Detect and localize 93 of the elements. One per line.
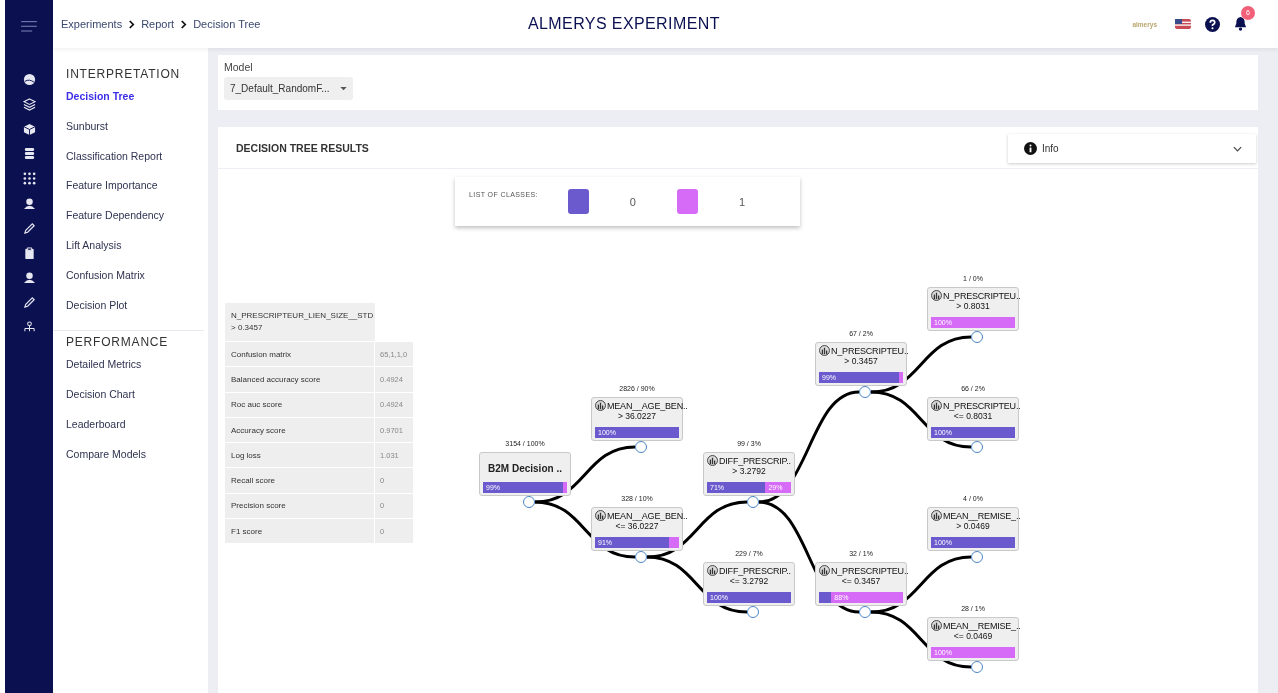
breadcrumb-link[interactable]: Experiments (61, 18, 123, 30)
node-title: N_PRESCRIPTEU.. (831, 345, 909, 356)
pencil-icon[interactable] (22, 296, 36, 310)
database-icon[interactable] (22, 147, 36, 161)
bar-chart-icon (707, 455, 718, 466)
flag-icon[interactable] (1175, 19, 1191, 29)
user-icon[interactable] (22, 271, 36, 285)
user-icon[interactable] (22, 197, 36, 210)
node-title: B2M Decision .. (487, 462, 563, 476)
bar-chart-icon (819, 565, 830, 576)
nav-item[interactable]: Classification Report (66, 145, 208, 176)
node-handle[interactable] (971, 661, 983, 673)
table-cell: Roc auc score (225, 392, 375, 417)
nav-item[interactable]: Leaderboard (66, 413, 204, 444)
node-condition: <= 36.0227 (614, 521, 660, 533)
section-title: INTERPRETATION (66, 67, 182, 81)
pencil-icon[interactable] (22, 221, 36, 235)
layers-icon[interactable] (22, 97, 36, 111)
bar-chart-icon (707, 565, 718, 576)
nav-item[interactable]: Decision Chart (66, 384, 204, 414)
bar-chart-icon (819, 345, 830, 356)
nav-item[interactable]: Compare Models (66, 443, 204, 474)
node-handle[interactable] (971, 331, 983, 343)
node-condition: <= 0.3457 (840, 576, 882, 588)
chevron-icon (128, 19, 136, 29)
nav-item[interactable]: Detailed Metrics (66, 354, 204, 385)
node-condition: > 0.3457 (843, 356, 879, 368)
node-condition: > 0.8031 (955, 301, 991, 313)
node-title: MEAN__REMISE_.. (943, 510, 1021, 521)
table-cell: Precision score (225, 493, 375, 519)
class-label: 0 (628, 195, 637, 208)
table-cell: Recall score (225, 468, 375, 493)
node-condition: <= 0.0469 (952, 631, 994, 643)
chevron-icon (1233, 145, 1242, 152)
bar-chart-icon (931, 290, 942, 301)
nav-item[interactable]: Lift Analysis (66, 235, 208, 265)
node-handle[interactable] (523, 496, 535, 508)
class-label: 1 (737, 195, 746, 208)
menu-icon[interactable] (21, 21, 37, 32)
clipboard-icon[interactable] (22, 246, 36, 260)
bar-chart-icon (931, 510, 942, 521)
info-icon (1024, 142, 1037, 155)
breadcrumb-link[interactable]: Decision Tree (193, 18, 261, 30)
node-title: MEAN__REMISE_.. (943, 620, 1021, 631)
help-icon[interactable] (1205, 16, 1220, 32)
bar-chart-icon (595, 510, 606, 521)
node-handle[interactable] (971, 551, 983, 563)
card-title: DECISION TREE RESULTS (236, 141, 369, 154)
bar-chart-icon (931, 400, 942, 411)
node-handle[interactable] (859, 386, 871, 398)
node-handle[interactable] (635, 551, 647, 563)
nav-item[interactable]: Confusion Matrix (66, 264, 208, 295)
table-cell: Balanced accuracy score (225, 367, 375, 392)
node-handle[interactable] (859, 606, 871, 618)
grid-icon[interactable] (22, 172, 36, 186)
node-condition: > 36.0227 (616, 411, 658, 423)
caret-icon (339, 86, 347, 91)
bar-chart-icon (595, 400, 606, 411)
breadcrumb-link[interactable]: Report (141, 18, 175, 30)
node-condition: <= 0.8031 (952, 411, 994, 423)
table-cell: F1 score (225, 519, 375, 544)
table-header: N_PRESCRIPTEUR_LIEN_SIZE__STD > 0.3457 (225, 303, 375, 342)
node-condition: <= 3.2792 (728, 576, 770, 588)
node-handle[interactable] (971, 441, 983, 453)
table-cell: Log loss (225, 443, 375, 468)
node-condition: > 0.0469 (955, 521, 991, 533)
bar-chart-icon (931, 620, 942, 631)
node-condition: > 3.2792 (731, 466, 767, 478)
nav-item[interactable]: Feature Importance (66, 175, 208, 206)
nav-item[interactable]: Decision Tree (66, 86, 208, 116)
node-title: N_PRESCRIPTEU.. (943, 400, 1021, 411)
bell-icon[interactable] (1234, 16, 1247, 31)
nav-item[interactable]: Decision Plot (66, 294, 208, 325)
table-cell: Confusion matrix (225, 342, 375, 367)
node-handle[interactable] (747, 496, 759, 508)
nav-item[interactable]: Feature Dependency (66, 205, 208, 235)
nav-item[interactable]: Sunburst (66, 115, 208, 146)
field-label: Model (224, 61, 254, 73)
node-title: N_PRESCRIPTEU.. (831, 565, 909, 576)
node-handle[interactable] (635, 441, 647, 453)
info-dropdown[interactable]: Info (1008, 134, 1256, 163)
node-title: N_PRESCRIPTEU.. (943, 290, 1021, 301)
globe-icon[interactable] (22, 73, 36, 86)
table-cell: Accuracy score (225, 417, 375, 443)
node-title: DIFF_PRESCRIP.. (719, 455, 791, 466)
model-select[interactable]: 7_Default_RandomF... (224, 77, 353, 100)
node-title: DIFF_PRESCRIP.. (719, 565, 791, 576)
node-handle[interactable] (747, 606, 759, 618)
cube-icon[interactable] (22, 122, 36, 136)
app-title: ALMERYS EXPERIMENT (527, 15, 721, 33)
chevron-icon (180, 19, 188, 29)
sitemap-icon[interactable] (22, 320, 36, 334)
section-title: PERFORMANCE (66, 335, 170, 350)
